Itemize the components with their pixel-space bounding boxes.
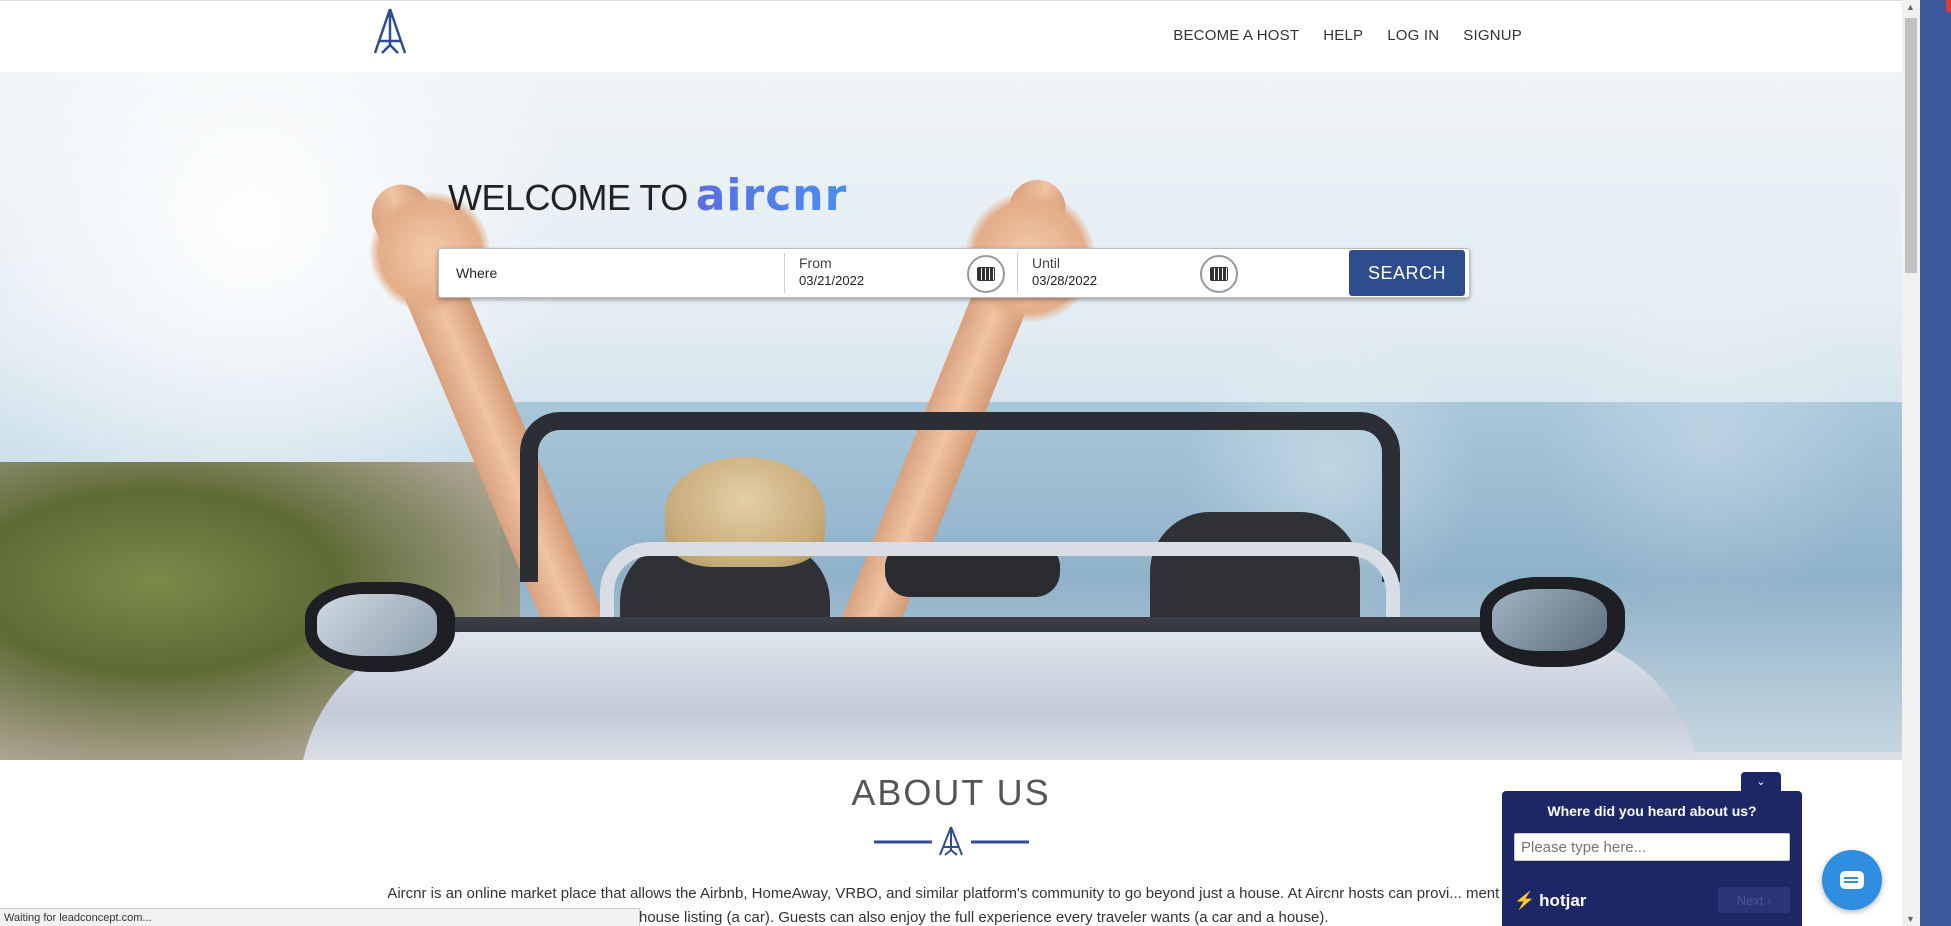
hero-image-right-side-mirror bbox=[1480, 577, 1625, 667]
aircnr-logo[interactable] bbox=[370, 7, 410, 57]
chevron-right-icon: › bbox=[1767, 892, 1772, 908]
page-scrollbar[interactable]: ▲ ▼ bbox=[1902, 0, 1920, 926]
search-button[interactable]: SEARCH bbox=[1349, 250, 1465, 296]
hotjar-bolt-icon: ⚡ bbox=[1514, 891, 1536, 910]
search-bar: From 03/21/2022 Until 03/28/2022 SEARCH bbox=[438, 248, 1470, 298]
calendar-icon bbox=[1210, 267, 1228, 281]
nav-log-in[interactable]: LOG IN bbox=[1387, 27, 1439, 44]
hero-image-car-body bbox=[300, 632, 1700, 760]
side-panel-edge bbox=[1920, 0, 1951, 926]
survey-next-button[interactable]: Next › bbox=[1718, 887, 1790, 913]
scroll-up-arrow-icon[interactable]: ▲ bbox=[1906, 2, 1915, 12]
survey-next-label: Next bbox=[1736, 892, 1764, 908]
scroll-thumb[interactable] bbox=[1905, 18, 1917, 273]
welcome-prefix: WELCOME TO bbox=[448, 177, 688, 218]
chat-launcher-button[interactable] bbox=[1822, 850, 1882, 910]
until-date-field[interactable]: Until 03/28/2022 bbox=[1018, 249, 1250, 297]
scroll-down-arrow-icon[interactable]: ▼ bbox=[1906, 914, 1915, 924]
main-nav: BECOME A HOST HELP LOG IN SIGNUP bbox=[1173, 27, 1522, 44]
hotjar-brand-label: hotjar bbox=[1539, 891, 1587, 910]
chevron-down-icon: ⌄ bbox=[1756, 776, 1766, 788]
hero-image-lens-glare-2 bbox=[1540, 272, 1880, 612]
calendar-icon bbox=[977, 267, 995, 281]
survey-answer-input[interactable] bbox=[1514, 833, 1790, 861]
side-panel-edge-marker bbox=[1946, 0, 1951, 12]
until-calendar-button[interactable] bbox=[1200, 255, 1238, 293]
nav-help[interactable]: HELP bbox=[1323, 27, 1363, 44]
hotjar-logo[interactable]: ⚡ hotjar bbox=[1514, 891, 1586, 911]
hotjar-collapse-button[interactable]: ⌄ bbox=[1741, 772, 1781, 792]
from-calendar-button[interactable] bbox=[967, 255, 1005, 293]
nav-signup[interactable]: SIGNUP bbox=[1463, 27, 1522, 44]
welcome-heading: WELCOME TO aircnr bbox=[448, 170, 847, 221]
chat-bubble-icon bbox=[1840, 871, 1864, 889]
browser-status-bar: Waiting for leadconcept.com... bbox=[0, 908, 640, 926]
nav-become-a-host[interactable]: BECOME A HOST bbox=[1173, 27, 1299, 44]
about-divider-logo-icon bbox=[874, 826, 1029, 856]
top-navbar: BECOME A HOST HELP LOG IN SIGNUP bbox=[0, 0, 1902, 72]
where-input[interactable] bbox=[439, 249, 784, 297]
hero-image-left-side-mirror bbox=[305, 582, 455, 672]
hero-banner: WELCOME TO aircnr From 03/21/2022 Until … bbox=[0, 72, 1902, 760]
from-date-field[interactable]: From 03/21/2022 bbox=[785, 249, 1017, 297]
survey-question: Where did you heard about us? bbox=[1547, 803, 1757, 819]
brand-wordmark: aircnr bbox=[695, 170, 848, 221]
page: BECOME A HOST HELP LOG IN SIGNUP WELCOME… bbox=[0, 0, 1951, 926]
hotjar-survey-widget: Where did you heard about us? ⚡ hotjar N… bbox=[1502, 791, 1802, 926]
